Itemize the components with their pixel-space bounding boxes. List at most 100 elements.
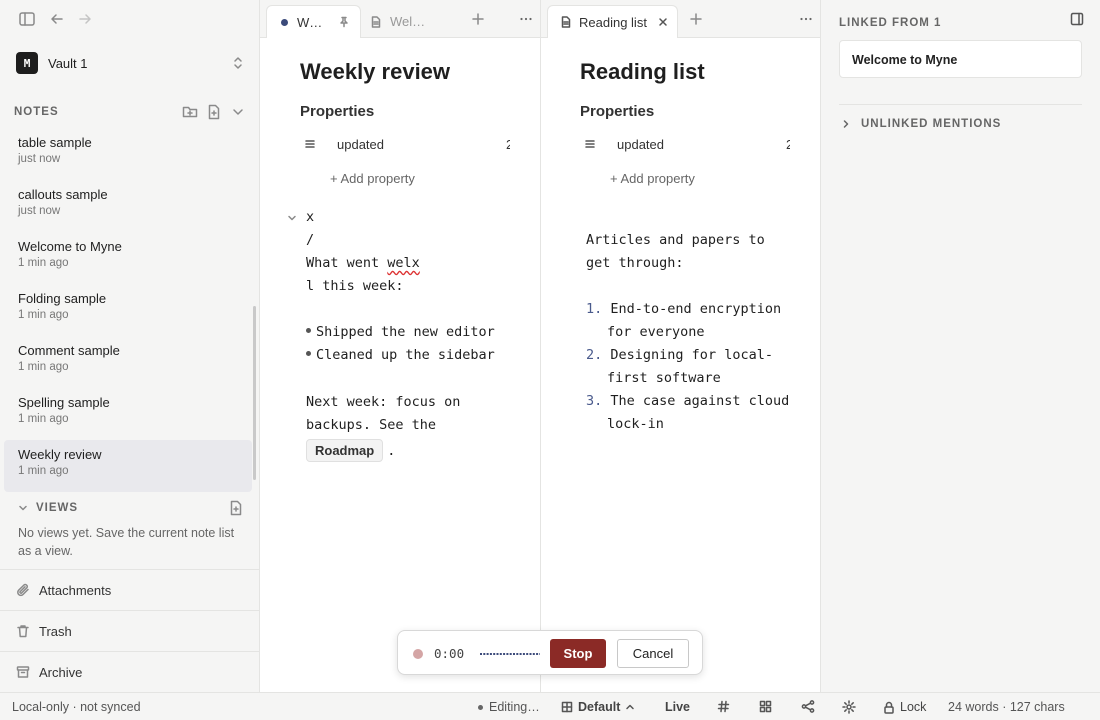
fold-chevron-icon[interactable] [287,213,297,223]
archive-icon [16,665,30,679]
list-item: 3. The case against cloud [586,393,790,409]
chevron-updown-icon [232,56,244,70]
sidebar-link-attachments[interactable]: Attachments [0,569,259,610]
more-options-icon[interactable] [519,12,533,26]
text-line: backups. See the [306,417,437,433]
misspelled-word[interactable]: welx [387,255,420,271]
settings-gear-icon[interactable] [842,700,856,714]
more-options-icon[interactable] [799,12,813,26]
hashtag-icon[interactable] [717,700,730,713]
backlink-card[interactable]: Welcome to Myne [839,40,1082,78]
chevron-up-icon [625,702,635,712]
note-list-item[interactable]: Folding sample 1 min ago [4,284,252,336]
layout-selector[interactable]: Default [561,700,635,714]
close-icon[interactable] [658,17,668,27]
text-line: get through: [586,255,684,271]
text-line: x [306,209,315,225]
note-title: Welcome to Myne [18,239,122,254]
tab-reading-list[interactable]: Reading list [547,5,678,38]
properties-label: Properties [300,103,375,120]
views-empty-message: No views yet. Save the current note list… [18,526,235,558]
vault-name: Vault 1 [48,55,88,71]
note-list-item[interactable]: Welcome to Myne 1 min ago [4,232,252,284]
note-title: Spelling sample [18,395,110,410]
note-list-item[interactable]: callouts sample just now [4,180,252,232]
new-view-icon[interactable] [228,500,244,516]
status-bar: Local-only · not synced Editing… Default… [0,692,1100,720]
text-line: What went welx [306,255,420,271]
new-tab-plus-icon[interactable] [471,12,485,26]
live-mode-toggle[interactable]: Live [665,700,690,714]
note-list-item[interactable]: table sample just now [4,128,252,180]
sidebar-link-archive[interactable]: Archive [0,651,259,692]
note-timestamp: 1 min ago [18,465,69,477]
note-list-item[interactable]: Spelling sample 1 min ago [4,388,252,440]
note-list-item[interactable]: Weekly review 1 min ago [4,440,252,492]
pin-icon[interactable] [338,16,350,28]
trash-icon [16,624,30,638]
chevron-down-icon[interactable] [230,104,246,120]
tab-weekly-review[interactable]: W… [266,5,361,38]
voice-recorder: 0:00 Stop Cancel [397,630,703,675]
editor-pane-reading-list: Reading list Reading list Properties upd… [541,0,821,692]
editor-pane-weekly-review: W… Wel… Weekly review Properties updated… [260,0,541,692]
property-name: updated [617,136,664,152]
back-arrow-icon[interactable] [48,10,66,28]
tab-bar: W… Wel… [260,0,540,38]
grid-view-icon[interactable] [759,700,772,713]
forward-arrow-icon[interactable] [76,10,94,28]
chevron-down-icon[interactable] [18,503,28,513]
cancel-recording-button[interactable]: Cancel [617,639,689,668]
vault-switcher[interactable]: M Vault 1 [16,52,244,74]
graph-icon[interactable] [801,700,815,713]
list-item: 1. End-to-end encryption [586,301,782,317]
vault-avatar: M [16,52,38,74]
property-value[interactable]: 2 [506,137,510,152]
sidebar-scrollbar[interactable] [253,306,256,480]
property-row-updated[interactable]: updated 2 [304,134,510,154]
new-tab-plus-icon[interactable] [689,12,703,26]
list-item-continuation: first software [607,370,721,386]
recording-time: 0:00 [434,646,465,661]
recording-dot-icon [413,649,423,659]
attachments-label: Attachments [39,582,112,598]
property-name: updated [337,136,384,152]
note-list-item[interactable]: Comment sample 1 min ago [4,336,252,388]
document-title[interactable]: Reading list [580,59,705,85]
add-property-button[interactable]: + Add property [610,171,695,186]
tab-label: Reading list [579,14,647,30]
linked-from-label: LINKED FROM 1 [839,17,942,29]
note-timestamp: just now [18,205,61,217]
text-line: Roadmap. [306,439,395,462]
note-timestamp: 1 min ago [18,361,69,373]
grid-icon [561,701,573,713]
text-line: l this week: [306,278,404,294]
notes-label: NOTES [14,106,59,118]
archive-label: Archive [39,664,83,680]
panel-toggle-icon[interactable] [1070,12,1084,26]
property-row-updated[interactable]: updated 2 [584,134,790,154]
stop-recording-button[interactable]: Stop [550,639,606,668]
list-item-continuation: lock-in [607,416,664,432]
property-value[interactable]: 2 [786,137,790,152]
new-folder-icon[interactable] [182,104,198,120]
add-property-button[interactable]: + Add property [330,171,415,186]
new-note-icon[interactable] [206,104,222,120]
tab-welcome[interactable]: Wel… [368,5,458,38]
list-item-continuation: for everyone [607,324,705,340]
note-timestamp: 1 min ago [18,309,69,321]
text-line: / [306,232,315,248]
lock-button[interactable]: Lock [883,700,926,714]
list-item: 2. Designing for local- [586,347,773,363]
note-timestamp: 1 min ago [18,413,69,425]
note-title: table sample [18,135,92,150]
unsaved-dot-icon [281,18,288,26]
tab-label: Wel… [390,14,426,29]
document-title[interactable]: Weekly review [300,59,450,85]
wikilink-roadmap[interactable]: Roadmap [306,439,384,462]
sidebar-link-trash[interactable]: Trash [0,610,259,651]
views-section-header: VIEWS [18,500,244,516]
sidebar-toggle-icon[interactable] [18,10,36,28]
unlinked-mentions-toggle[interactable]: UNLINKED MENTIONS [841,118,1001,130]
chevron-right-icon [841,119,851,129]
